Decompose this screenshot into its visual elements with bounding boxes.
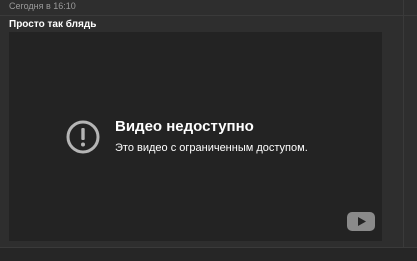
post-caption: Просто так блядь <box>9 19 97 30</box>
post-container: Сегодня в 16:10 Просто так блядь Видео н… <box>0 0 417 261</box>
video-player[interactable]: Видео недоступно Это видео с ограниченны… <box>9 32 382 241</box>
youtube-icon[interactable] <box>347 212 375 231</box>
header-divider <box>0 15 417 16</box>
video-error-message: Это видео с ограниченным доступом. <box>115 142 308 154</box>
right-border <box>403 0 404 261</box>
post-timestamp[interactable]: Сегодня в 16:10 <box>9 1 76 12</box>
post-footer-bar <box>0 247 417 261</box>
video-error-title: Видео недоступно <box>115 118 254 135</box>
exclamation-circle-icon <box>66 120 100 154</box>
